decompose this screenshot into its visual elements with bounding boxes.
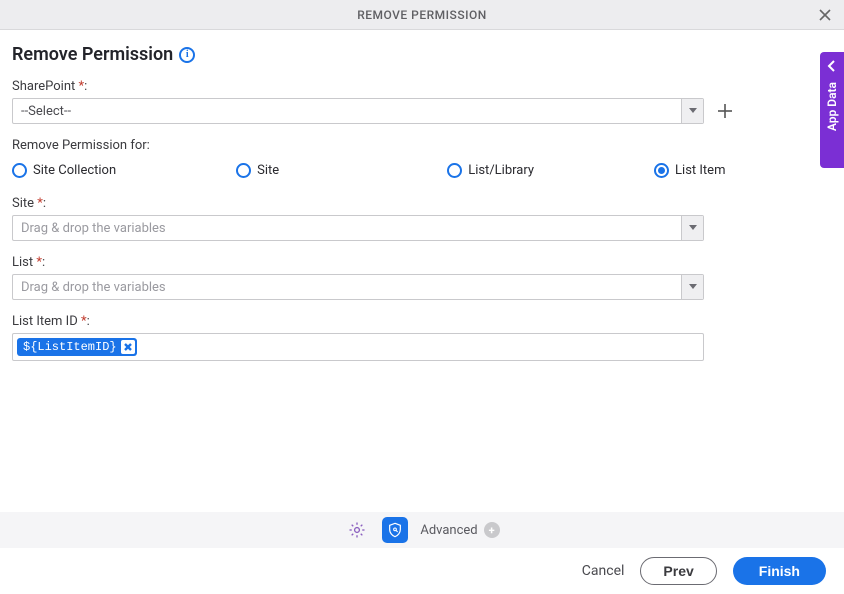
radio-label: List Item <box>675 163 725 178</box>
radio-icon <box>447 163 462 178</box>
label-scope: Remove Permission for: <box>12 138 828 153</box>
settings-button[interactable] <box>344 517 370 543</box>
info-icon[interactable]: i <box>179 47 195 63</box>
advanced-label: Advanced <box>420 523 477 538</box>
radio-site[interactable]: Site <box>236 163 279 178</box>
radio-group-scope: Site Collection Site List/Library List I… <box>12 163 828 178</box>
required-marker: * <box>36 255 42 270</box>
chip-text: ${ListItemID} <box>23 340 117 354</box>
required-marker: * <box>81 314 87 329</box>
side-tab-app-data[interactable]: App Data <box>820 52 844 168</box>
chevron-left-icon <box>826 60 838 72</box>
radio-list-library[interactable]: List/Library <box>447 163 534 178</box>
security-button[interactable] <box>382 517 408 543</box>
label-list: List *: <box>12 255 828 270</box>
site-placeholder: Drag & drop the variables <box>21 221 166 236</box>
sharepoint-select-value: --Select-- <box>21 104 71 119</box>
gear-icon <box>348 521 366 539</box>
label-site: Site *: <box>12 196 828 211</box>
advanced-toggle[interactable]: Advanced + <box>420 522 499 538</box>
field-list: List *: Drag & drop the variables <box>12 255 828 300</box>
prev-button[interactable]: Prev <box>640 557 716 585</box>
finish-button[interactable]: Finish <box>733 557 826 585</box>
add-sharepoint-button[interactable] <box>714 100 736 122</box>
list-item-id-input[interactable]: ${ListItemID} <box>12 333 704 361</box>
footer: Cancel Prev Finish <box>0 548 844 594</box>
cancel-button[interactable]: Cancel <box>582 563 625 579</box>
variable-chip: ${ListItemID} <box>17 338 137 356</box>
radio-label: List/Library <box>468 163 534 178</box>
chevron-down-icon <box>681 216 703 240</box>
site-input[interactable]: Drag & drop the variables <box>12 215 704 241</box>
field-sharepoint: SharePoint *: --Select-- <box>12 79 828 124</box>
close-icon <box>818 8 832 22</box>
shield-icon <box>387 522 403 538</box>
chip-remove-button[interactable] <box>121 340 135 354</box>
radio-icon <box>12 163 27 178</box>
radio-label: Site <box>257 163 279 178</box>
x-icon <box>123 342 133 352</box>
sharepoint-select[interactable]: --Select-- <box>12 98 704 124</box>
radio-site-collection[interactable]: Site Collection <box>12 163 116 178</box>
radio-icon-selected <box>654 163 669 178</box>
page-title: Remove Permission <box>12 44 173 65</box>
field-site: Site *: Drag & drop the variables <box>12 196 828 241</box>
titlebar-title: REMOVE PERMISSION <box>357 8 487 22</box>
content-area: Remove Permission i SharePoint *: --Sele… <box>0 30 844 361</box>
required-marker: * <box>79 79 85 94</box>
radio-label: Site Collection <box>33 163 116 178</box>
label-sharepoint: SharePoint *: <box>12 79 828 94</box>
list-placeholder: Drag & drop the variables <box>21 280 166 295</box>
radio-icon <box>236 163 251 178</box>
list-input[interactable]: Drag & drop the variables <box>12 274 704 300</box>
plus-circle-icon: + <box>484 522 500 538</box>
label-list-item-id: List Item ID *: <box>12 314 828 329</box>
plus-icon <box>717 103 733 119</box>
titlebar: REMOVE PERMISSION <box>0 0 844 30</box>
close-button[interactable] <box>814 4 836 26</box>
bottom-toolbar: Advanced + <box>0 512 844 548</box>
radio-list-item[interactable]: List Item <box>654 163 725 178</box>
required-marker: * <box>37 196 43 211</box>
page-title-row: Remove Permission i <box>12 44 828 65</box>
field-list-item-id: List Item ID *: ${ListItemID} <box>12 314 828 361</box>
chevron-down-icon <box>681 99 703 123</box>
dialog-remove-permission: REMOVE PERMISSION App Data Remove Permis… <box>0 0 844 594</box>
side-tab-label: App Data <box>825 82 839 131</box>
chevron-down-icon <box>681 275 703 299</box>
